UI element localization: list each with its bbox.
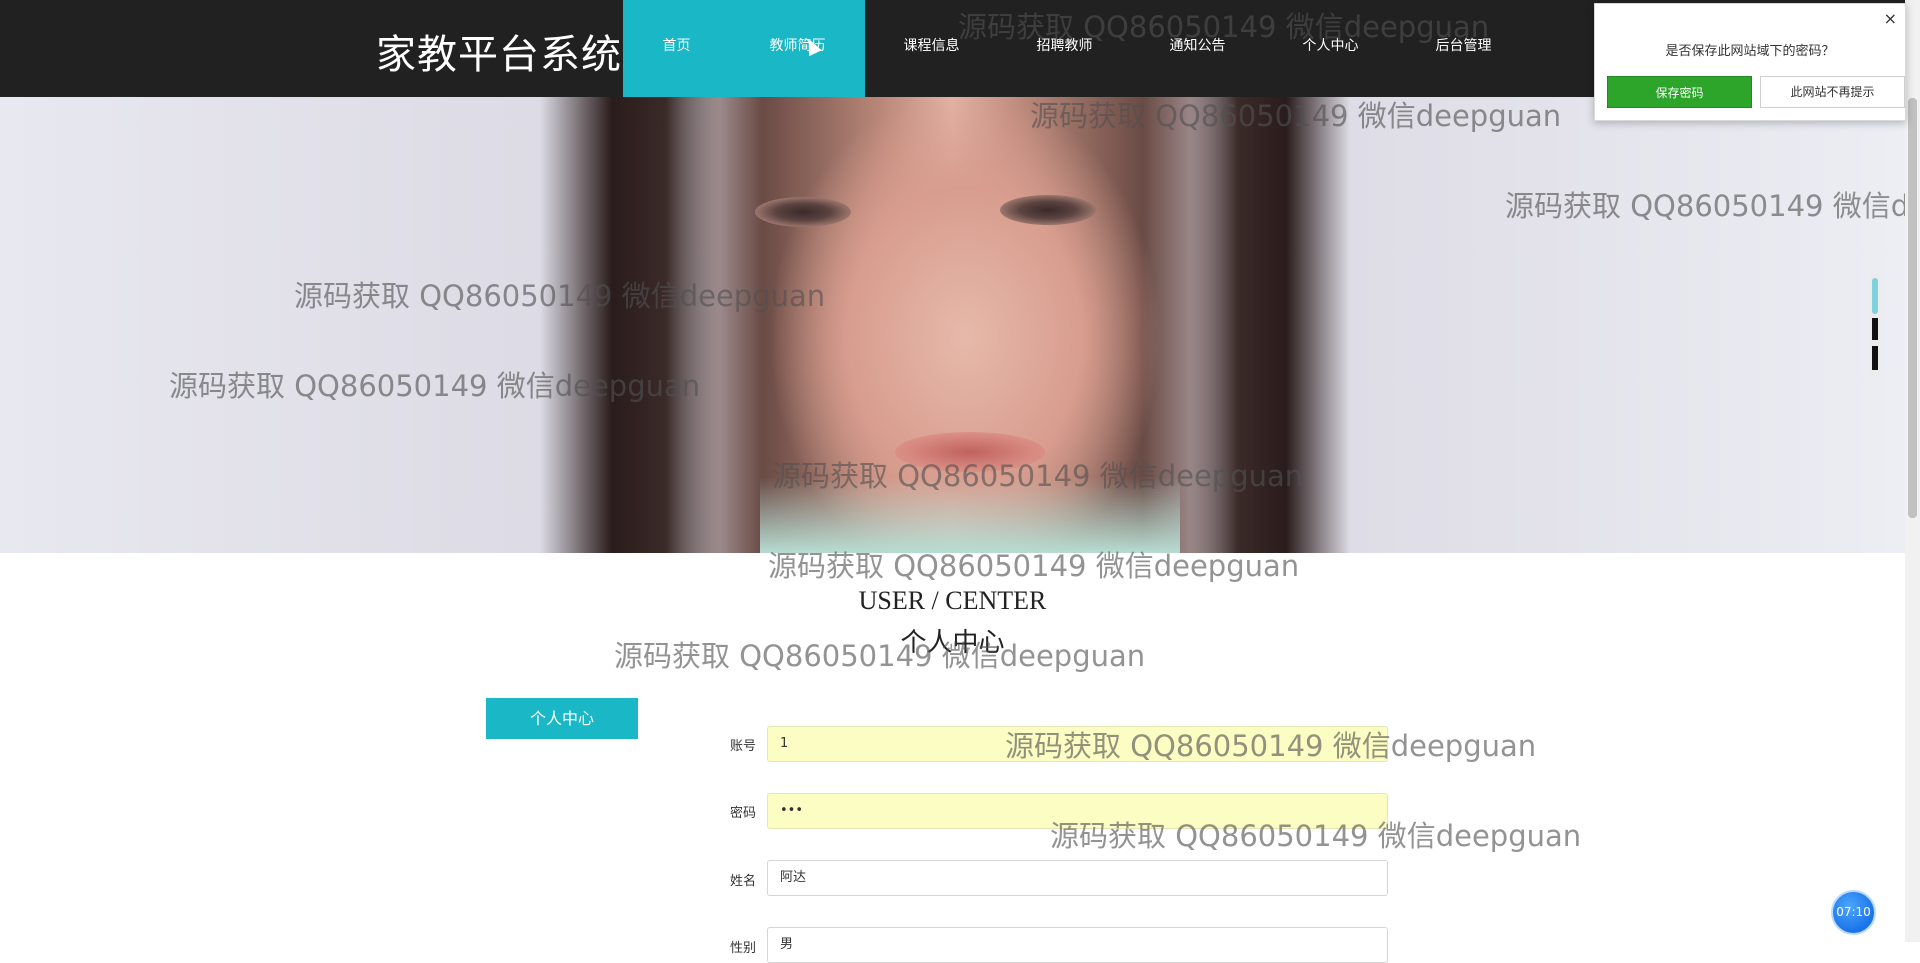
sidebar-personal-center-button[interactable]: 个人中心: [486, 698, 638, 739]
nav-item-home[interactable]: 首页: [623, 0, 730, 97]
gender-label: 性别: [729, 941, 756, 956]
side-tool-strip[interactable]: [1869, 272, 1881, 376]
watermark-text: 源码获取 QQ86050149 微信deepguan: [294, 279, 826, 313]
name-label: 姓名: [729, 874, 756, 889]
gender-input[interactable]: 男: [767, 927, 1388, 963]
password-label: 密码: [729, 806, 756, 821]
timer-badge[interactable]: 07:10: [1831, 890, 1876, 935]
name-input[interactable]: 阿达: [767, 860, 1388, 896]
site-logo[interactable]: 家教平台系统: [376, 22, 622, 80]
account-label: 账号: [729, 739, 756, 754]
save-password-button[interactable]: 保存密码: [1607, 76, 1752, 108]
nav-item-teacher-resume[interactable]: 教师简历: [730, 0, 865, 97]
never-for-site-button[interactable]: 此网站不再提示: [1760, 76, 1905, 108]
watermark-text: 源码获取 QQ86050149 微信deepguan: [1050, 819, 1582, 853]
watermark-text: 源码获取 QQ86050149 微信deepguan: [614, 639, 1146, 673]
watermark-text: 源码获取 QQ86050149 微信deepguan: [1505, 189, 1920, 223]
watermark-text: 源码获取 QQ86050149 微信deepguan: [169, 369, 701, 403]
save-password-popup: × 是否保存此网站域下的密码？ 保存密码 此网站不再提示: [1594, 3, 1906, 121]
close-icon[interactable]: ×: [1884, 9, 1897, 28]
watermark-text: 源码获取 QQ86050149 微信deepguan: [1030, 99, 1562, 133]
watermark-text: 源码获取 QQ86050149 微信deepguan: [768, 549, 1300, 583]
page-scrollbar[interactable]: [1905, 0, 1920, 942]
section-title-en: USER / CENTER: [858, 586, 1047, 615]
watermark-text: 源码获取 QQ86050149 微信deepguan: [1005, 729, 1537, 763]
save-password-question: 是否保存此网站域下的密码？: [1665, 44, 1835, 59]
watermark-text: 源码获取 QQ86050149 微信deepguan: [772, 459, 1304, 493]
scrollbar-thumb[interactable]: [1908, 98, 1917, 518]
watermark-text: 源码获取 QQ86050149 微信deepguan: [958, 10, 1490, 44]
